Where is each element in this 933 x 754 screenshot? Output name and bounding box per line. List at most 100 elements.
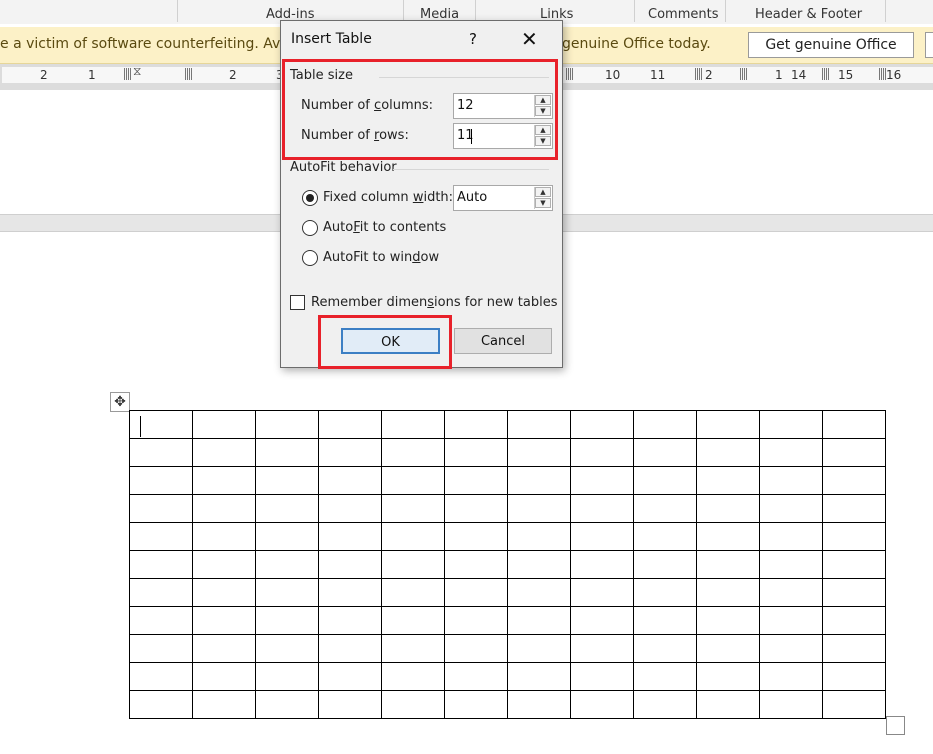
- table-cell[interactable]: [192, 690, 256, 719]
- table-cell[interactable]: [570, 494, 634, 523]
- table-cell[interactable]: [507, 606, 571, 635]
- table-cell[interactable]: [318, 466, 382, 495]
- table-cell[interactable]: [192, 662, 256, 691]
- table-cell[interactable]: [759, 578, 823, 607]
- table-cell[interactable]: [759, 690, 823, 719]
- table-cell[interactable]: [129, 662, 193, 691]
- table-cell[interactable]: [822, 522, 886, 551]
- table-cell[interactable]: [696, 606, 760, 635]
- table-cell[interactable]: [696, 522, 760, 551]
- table-cell[interactable]: [381, 578, 445, 607]
- table-cell[interactable]: [381, 494, 445, 523]
- table-cell[interactable]: [444, 494, 508, 523]
- table-cell[interactable]: [633, 550, 697, 579]
- table-cell[interactable]: [696, 438, 760, 467]
- table-cell[interactable]: [633, 438, 697, 467]
- table-cell[interactable]: [444, 662, 508, 691]
- table-cell[interactable]: [255, 606, 319, 635]
- table-cell[interactable]: [318, 634, 382, 663]
- table-cell[interactable]: [507, 550, 571, 579]
- table-cell[interactable]: [129, 522, 193, 551]
- table-cell[interactable]: [129, 410, 193, 439]
- table-cell[interactable]: [759, 606, 823, 635]
- table-cell[interactable]: [822, 410, 886, 439]
- table-cell[interactable]: [192, 410, 256, 439]
- table-cell[interactable]: [381, 410, 445, 439]
- table-cell[interactable]: [318, 578, 382, 607]
- table-cell[interactable]: [255, 578, 319, 607]
- table-cell[interactable]: [381, 606, 445, 635]
- table-cell[interactable]: [444, 410, 508, 439]
- table-cell[interactable]: [822, 578, 886, 607]
- close-icon[interactable]: ✕: [521, 27, 538, 51]
- table-cell[interactable]: [822, 550, 886, 579]
- autofit-window-radio[interactable]: [302, 250, 318, 266]
- table-cell[interactable]: [696, 494, 760, 523]
- table-cell[interactable]: [759, 634, 823, 663]
- table-cell[interactable]: [507, 438, 571, 467]
- table-cell[interactable]: [507, 466, 571, 495]
- table-row[interactable]: [129, 662, 886, 691]
- table-cell[interactable]: [507, 578, 571, 607]
- indent-marker-icon[interactable]: ⧖: [133, 64, 141, 79]
- table-cell[interactable]: [381, 634, 445, 663]
- message-bar-close-button[interactable]: [925, 32, 933, 58]
- table-cell[interactable]: [129, 550, 193, 579]
- table-row[interactable]: [129, 690, 886, 719]
- table-cell[interactable]: [255, 438, 319, 467]
- table-cell[interactable]: [381, 522, 445, 551]
- table-cell[interactable]: [444, 690, 508, 719]
- table-cell[interactable]: [759, 494, 823, 523]
- table-cell[interactable]: [192, 634, 256, 663]
- table-cell[interactable]: [822, 634, 886, 663]
- table-cell[interactable]: [507, 690, 571, 719]
- table-cell[interactable]: [570, 466, 634, 495]
- table-cell[interactable]: [381, 438, 445, 467]
- table-cell[interactable]: [570, 634, 634, 663]
- table-cell[interactable]: [318, 606, 382, 635]
- table-cell[interactable]: [318, 522, 382, 551]
- document-table[interactable]: [129, 410, 886, 719]
- table-cell[interactable]: [570, 662, 634, 691]
- remember-dimensions-label[interactable]: Remember dimensions for new tables: [311, 295, 557, 310]
- table-cell[interactable]: [318, 550, 382, 579]
- table-cell[interactable]: [192, 578, 256, 607]
- table-cell[interactable]: [255, 634, 319, 663]
- table-cell[interactable]: [633, 634, 697, 663]
- table-cell[interactable]: [381, 662, 445, 691]
- table-cell[interactable]: [633, 522, 697, 551]
- table-cell[interactable]: [255, 466, 319, 495]
- table-cell[interactable]: [822, 466, 886, 495]
- spin-down-icon[interactable]: ▼: [535, 198, 551, 208]
- table-cell[interactable]: [255, 410, 319, 439]
- table-cell[interactable]: [129, 466, 193, 495]
- table-cell[interactable]: [633, 410, 697, 439]
- table-row[interactable]: [129, 494, 886, 523]
- table-cell[interactable]: [696, 550, 760, 579]
- table-cell[interactable]: [507, 494, 571, 523]
- table-cell[interactable]: [759, 438, 823, 467]
- table-cell[interactable]: [129, 578, 193, 607]
- table-cell[interactable]: [192, 466, 256, 495]
- table-cell[interactable]: [192, 550, 256, 579]
- table-cell[interactable]: [759, 522, 823, 551]
- table-cell[interactable]: [129, 690, 193, 719]
- table-cell[interactable]: [444, 522, 508, 551]
- table-cell[interactable]: [507, 662, 571, 691]
- help-button[interactable]: ?: [469, 30, 477, 48]
- autofit-window-label[interactable]: AutoFit to window: [323, 250, 439, 265]
- table-cell[interactable]: [507, 634, 571, 663]
- table-cell[interactable]: [759, 662, 823, 691]
- table-row[interactable]: [129, 522, 886, 551]
- table-cell[interactable]: [759, 410, 823, 439]
- table-cell[interactable]: [696, 578, 760, 607]
- table-cell[interactable]: [696, 662, 760, 691]
- remember-dimensions-checkbox[interactable]: [290, 295, 305, 310]
- table-cell[interactable]: [696, 634, 760, 663]
- table-row[interactable]: [129, 410, 886, 439]
- fixed-width-input[interactable]: Auto ▲ ▼: [453, 185, 553, 211]
- table-cell[interactable]: [759, 550, 823, 579]
- table-cell[interactable]: [696, 466, 760, 495]
- table-cell[interactable]: [444, 578, 508, 607]
- table-cell[interactable]: [192, 606, 256, 635]
